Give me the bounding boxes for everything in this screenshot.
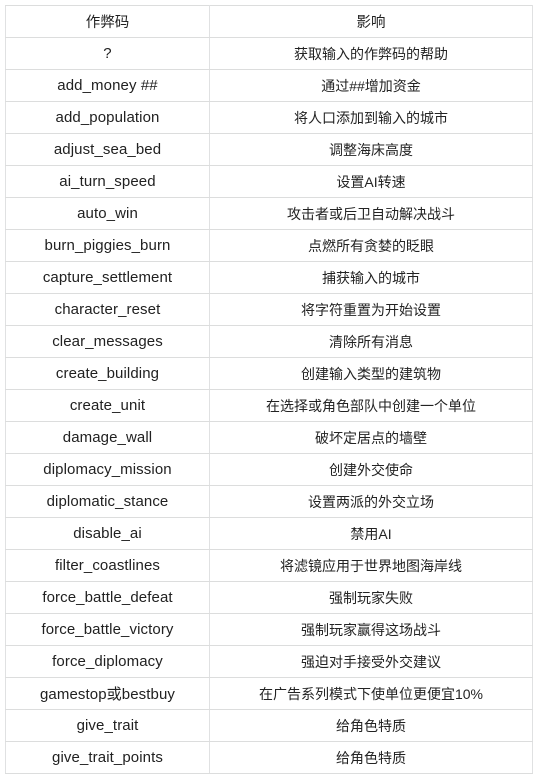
cheat-effect-cell: 在广告系列模式下使单位更便宜10%	[209, 677, 533, 710]
table-row: ? 获取输入的作弊码的帮助	[5, 37, 533, 70]
cheat-effect-cell: 给角色特质	[209, 709, 533, 742]
table-row: give_trait_points 给角色特质	[5, 741, 533, 774]
table-body: ? 获取输入的作弊码的帮助 add_money ## 通过##增加资金 add_popu…	[5, 37, 533, 774]
table-row: damage_wall 破坏定居点的墙壁	[5, 421, 533, 454]
column-header-effect: 影响	[209, 5, 533, 38]
cheat-code-cell: damage_wall	[5, 421, 210, 454]
cheat-effect-cell: 破坏定居点的墙壁	[209, 421, 533, 454]
table-row: ai_turn_speed 设置AI转速	[5, 165, 533, 198]
table-header-row: 作弊码 影响	[5, 5, 533, 38]
column-header-code: 作弊码	[5, 5, 210, 38]
table-row: capture_settlement 捕获输入的城市	[5, 261, 533, 294]
cheat-code-cell: ai_turn_speed	[5, 165, 210, 198]
cheat-code-cell: add_money ##	[5, 69, 210, 102]
cheat-code-cell: diplomatic_stance	[5, 485, 210, 518]
cheat-code-cell: give_trait	[5, 709, 210, 742]
cheat-code-cell: character_reset	[5, 293, 210, 326]
cheat-code-cell: adjust_sea_bed	[5, 133, 210, 166]
cheat-effect-cell: 调整海床高度	[209, 133, 533, 166]
table-row: force_battle_defeat 强制玩家失败	[5, 581, 533, 614]
cheat-code-cell: create_unit	[5, 389, 210, 422]
table-row: adjust_sea_bed 调整海床高度	[5, 133, 533, 166]
table-row: disable_ai 禁用AI	[5, 517, 533, 550]
cheat-effect-cell: 强迫对手接受外交建议	[209, 645, 533, 678]
cheat-effect-cell: 将字符重置为开始设置	[209, 293, 533, 326]
cheat-effect-cell: 捕获输入的城市	[209, 261, 533, 294]
cheat-code-cell: force_battle_defeat	[5, 581, 210, 614]
table-row: create_unit 在选择或角色部队中创建一个单位	[5, 389, 533, 422]
cheat-code-cell: create_building	[5, 357, 210, 390]
table-row: give_trait 给角色特质	[5, 709, 533, 742]
cheat-effect-cell: 将人口添加到输入的城市	[209, 101, 533, 134]
cheat-effect-cell: 攻击者或后卫自动解决战斗	[209, 197, 533, 230]
table-row: diplomacy_mission 创建外交使命	[5, 453, 533, 486]
cheat-code-cell: force_diplomacy	[5, 645, 210, 678]
table-header: 作弊码 影响	[5, 5, 533, 38]
cheat-code-cell: force_battle_victory	[5, 613, 210, 646]
cheat-code-cell: give_trait_points	[5, 741, 210, 774]
table-row: filter_coastlines 将滤镜应用于世界地图海岸线	[5, 549, 533, 582]
cheat-effect-cell: 清除所有消息	[209, 325, 533, 358]
cheat-effect-cell: 通过##增加资金	[209, 69, 533, 102]
table-row: burn_piggies_burn 点燃所有贪婪的眨眼	[5, 229, 533, 262]
cheat-code-cell: diplomacy_mission	[5, 453, 210, 486]
table-row: force_diplomacy 强迫对手接受外交建议	[5, 645, 533, 678]
table-row: character_reset 将字符重置为开始设置	[5, 293, 533, 326]
cheat-effect-cell: 设置两派的外交立场	[209, 485, 533, 518]
cheat-codes-table: 作弊码 影响 ? 获取输入的作弊码的帮助 add_money ## 通过##增加资金 a…	[5, 5, 533, 774]
table-row: add_money ## 通过##增加资金	[5, 69, 533, 102]
table-row: create_building 创建输入类型的建筑物	[5, 357, 533, 390]
table-row: diplomatic_stance 设置两派的外交立场	[5, 485, 533, 518]
page-root: 作弊码 影响 ? 获取输入的作弊码的帮助 add_money ## 通过##增加资金 a…	[0, 0, 538, 774]
cheat-effect-cell: 创建输入类型的建筑物	[209, 357, 533, 390]
cheat-code-cell: disable_ai	[5, 517, 210, 550]
table-row: add_population 将人口添加到输入的城市	[5, 101, 533, 134]
cheat-effect-cell: 设置AI转速	[209, 165, 533, 198]
cheat-effect-cell: 创建外交使命	[209, 453, 533, 486]
cheat-code-cell: clear_messages	[5, 325, 210, 358]
cheat-code-cell: capture_settlement	[5, 261, 210, 294]
cheat-effect-cell: 强制玩家赢得这场战斗	[209, 613, 533, 646]
cheat-effect-cell: 给角色特质	[209, 741, 533, 774]
cheat-effect-cell: 在选择或角色部队中创建一个单位	[209, 389, 533, 422]
table-row: auto_win 攻击者或后卫自动解决战斗	[5, 197, 533, 230]
cheat-code-cell: add_population	[5, 101, 210, 134]
cheat-effect-cell: 将滤镜应用于世界地图海岸线	[209, 549, 533, 582]
table-row: clear_messages 清除所有消息	[5, 325, 533, 358]
cheat-effect-cell: 禁用AI	[209, 517, 533, 550]
cheat-code-cell: auto_win	[5, 197, 210, 230]
cheat-effect-cell: 强制玩家失败	[209, 581, 533, 614]
cheat-code-cell: burn_piggies_burn	[5, 229, 210, 262]
cheat-code-cell: gamestop或bestbuy	[5, 677, 210, 710]
cheat-effect-cell: 点燃所有贪婪的眨眼	[209, 229, 533, 262]
cheat-code-cell: ?	[5, 37, 210, 70]
cheat-code-cell: filter_coastlines	[5, 549, 210, 582]
cheat-effect-cell: 获取输入的作弊码的帮助	[209, 37, 533, 70]
table-row: gamestop或bestbuy 在广告系列模式下使单位更便宜10%	[5, 677, 533, 710]
table-row: force_battle_victory 强制玩家赢得这场战斗	[5, 613, 533, 646]
